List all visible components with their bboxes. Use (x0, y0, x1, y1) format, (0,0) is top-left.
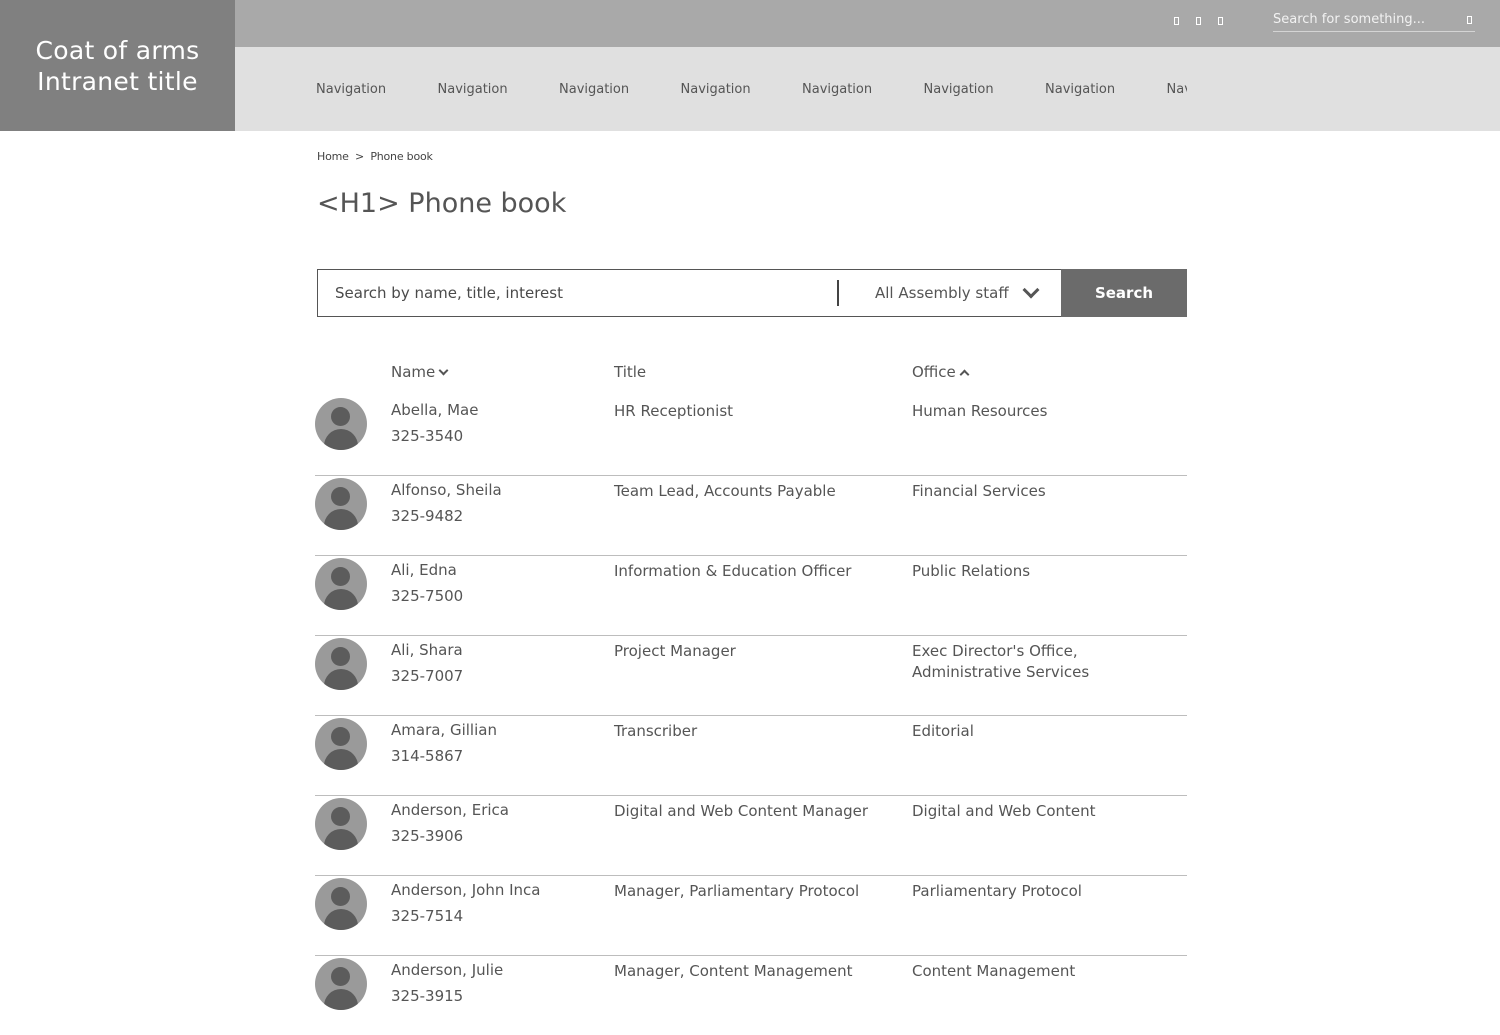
nav-item-6[interactable]: Navigation (924, 82, 1046, 97)
person-office: Parliamentary Protocol (912, 882, 1082, 900)
table-row[interactable]: Ali, Edna 325-7500 Information & Educati… (315, 556, 1187, 636)
global-search-input[interactable] (1273, 12, 1467, 27)
table-row[interactable]: Anderson, Julie 325-3915 Manager, Conten… (315, 956, 1187, 1035)
column-header-title[interactable]: Title (614, 363, 646, 381)
avatar-placeholder-icon (315, 958, 367, 1010)
person-title: Information & Education Officer (614, 562, 852, 580)
top-utility-bar (235, 0, 1500, 47)
nav-item-2[interactable]: Navigation (438, 82, 560, 97)
person-phone[interactable]: 325-3915 (391, 986, 463, 1007)
person-name[interactable]: Alfonso, Sheila (391, 480, 502, 501)
search-button[interactable]: Search (1061, 269, 1187, 317)
breadcrumb-home[interactable]: Home (317, 150, 349, 163)
phonebook-search-input[interactable] (318, 284, 835, 302)
person-phone[interactable]: 325-7500 (391, 586, 463, 607)
person-phone[interactable]: 325-9482 (391, 506, 463, 527)
staff-filter-dropdown[interactable]: All Assembly staff (839, 281, 1061, 302)
sort-ascending-icon (959, 369, 970, 379)
avatar-placeholder-icon (315, 558, 367, 610)
person-office: Editorial (912, 722, 974, 740)
column-header-title-label: Title (614, 363, 647, 381)
person-name[interactable]: Abella, Mae (391, 400, 478, 421)
person-title: HR Receptionist (614, 402, 734, 420)
person-name[interactable]: Anderson, Erica (391, 800, 509, 821)
person-name[interactable]: Anderson, John Inca (391, 880, 540, 901)
person-office: Human Resources (912, 402, 1048, 420)
nav-item-8[interactable]: Navigation (1167, 82, 1188, 97)
table-row[interactable]: Anderson, Erica 325-3906 Digital and Web… (315, 796, 1187, 876)
avatar-placeholder-icon (315, 878, 367, 930)
column-header-office-label: Office (912, 363, 956, 381)
table-row[interactable]: Abella, Mae 325-3540 HR Receptionist Hum… (315, 396, 1187, 476)
person-name[interactable]: Ali, Edna (391, 560, 457, 581)
brand-line-2: Intranet title (37, 66, 198, 96)
avatar-placeholder-icon (315, 638, 367, 690)
sort-descending-icon (438, 365, 449, 376)
utility-icon-3[interactable] (1218, 17, 1223, 25)
person-phone[interactable]: 325-3540 (391, 426, 463, 447)
person-office: Public Relations (912, 562, 1031, 580)
table-header: Name Title Office (317, 363, 1187, 383)
person-office: Financial Services (912, 482, 1046, 500)
directory-list: Abella, Mae 325-3540 HR Receptionist Hum… (315, 396, 1187, 1035)
nav-item-1[interactable]: Navigation (316, 82, 438, 97)
avatar-placeholder-icon (315, 478, 367, 530)
nav-item-3[interactable]: Navigation (559, 82, 681, 97)
utility-icon-2[interactable] (1196, 17, 1201, 25)
utility-icon-1[interactable] (1174, 17, 1179, 25)
search-box: All Assembly staff (317, 269, 1061, 317)
person-office: Digital and Web Content (912, 802, 1096, 820)
avatar-placeholder-icon (315, 718, 367, 770)
main-navigation: Navigation Navigation Navigation Navigat… (235, 47, 1500, 131)
breadcrumb-separator: > (354, 150, 365, 163)
column-header-office[interactable]: Office (912, 363, 970, 381)
table-row[interactable]: Alfonso, Sheila 325-9482 Team Lead, Acco… (315, 476, 1187, 556)
brand-line-1: Coat of arms (35, 35, 200, 65)
person-office: Content Management (912, 962, 1076, 980)
breadcrumb: Home > Phone book (317, 150, 436, 163)
breadcrumb-current: Phone book (370, 150, 433, 163)
page-title: <H1> Phone book (317, 188, 567, 219)
chevron-down-icon (1022, 281, 1040, 299)
column-header-name[interactable]: Name (391, 363, 449, 381)
table-row[interactable]: Ali, Shara 325-7007 Project Manager Exec… (315, 636, 1187, 716)
person-phone[interactable]: 325-7007 (391, 666, 463, 687)
person-title: Team Lead, Accounts Payable (614, 482, 836, 500)
global-search-icon[interactable] (1467, 15, 1472, 24)
person-office: Exec Director's Office, Administrative S… (912, 642, 1090, 681)
column-header-name-label: Name (391, 363, 436, 381)
global-search (1273, 8, 1475, 32)
person-title: Project Manager (614, 642, 736, 660)
avatar-placeholder-icon (315, 798, 367, 850)
nav-item-4[interactable]: Navigation (681, 82, 803, 97)
staff-filter-value: All Assembly staff (875, 284, 1009, 302)
site-logo[interactable]: Coat of arms Intranet title (0, 0, 235, 131)
table-row[interactable]: Amara, Gillian 314-5867 Transcriber Edit… (315, 716, 1187, 796)
table-row[interactable]: Anderson, John Inca 325-7514 Manager, Pa… (315, 876, 1187, 956)
nav-item-5[interactable]: Navigation (802, 82, 924, 97)
person-title: Transcriber (614, 722, 698, 740)
person-title: Digital and Web Content Manager (614, 802, 869, 820)
person-phone[interactable]: 325-7514 (391, 906, 463, 927)
person-name[interactable]: Amara, Gillian (391, 720, 497, 741)
person-title: Manager, Content Management (614, 962, 853, 980)
person-phone[interactable]: 314-5867 (391, 746, 463, 767)
person-name[interactable]: Anderson, Julie (391, 960, 503, 981)
nav-item-7[interactable]: Navigation (1045, 82, 1167, 97)
avatar-placeholder-icon (315, 398, 367, 450)
phonebook-search-bar: All Assembly staff Search (317, 269, 1187, 317)
person-phone[interactable]: 325-3906 (391, 826, 463, 847)
person-title: Manager, Parliamentary Protocol (614, 882, 860, 900)
person-name[interactable]: Ali, Shara (391, 640, 463, 661)
